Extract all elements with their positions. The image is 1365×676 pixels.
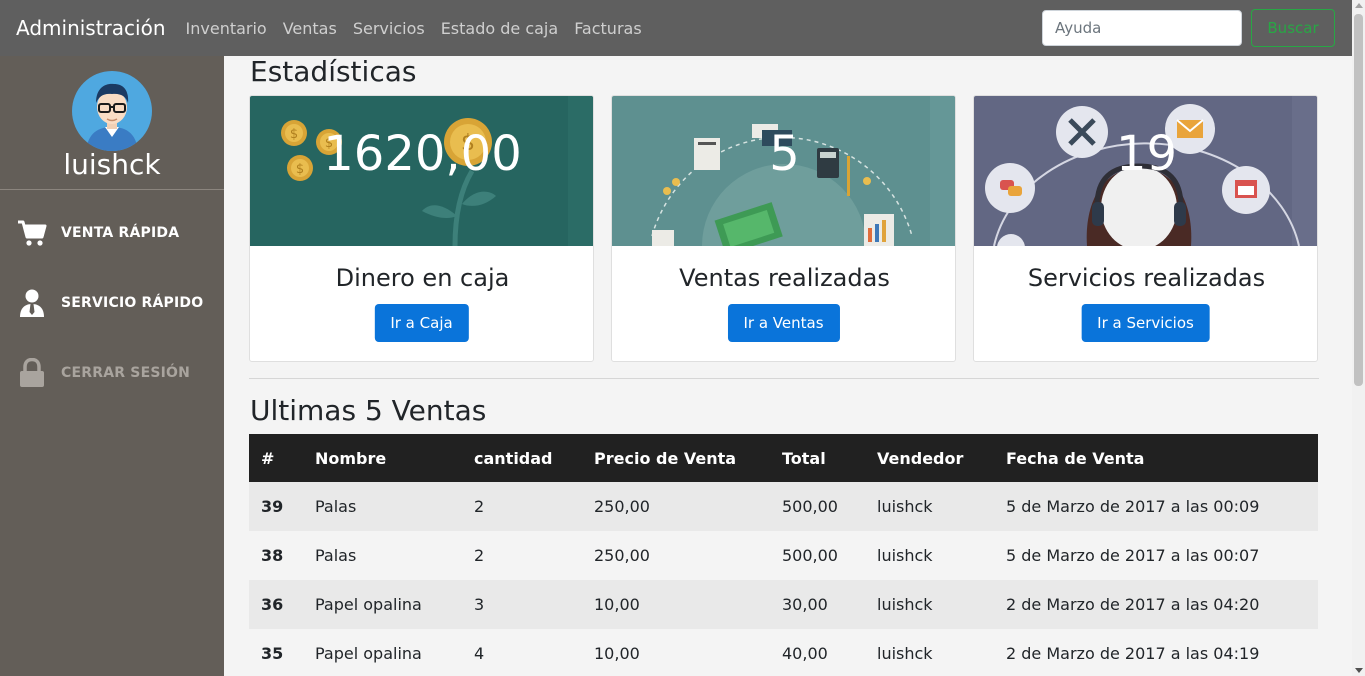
table-cell: 10,00 bbox=[582, 580, 770, 629]
sidebar-item-servicio-rapido[interactable]: SERVICIO RÁPIDO bbox=[0, 281, 224, 325]
column-header: Precio de Venta bbox=[582, 434, 770, 482]
scroll-up-arrow-icon[interactable] bbox=[1355, 3, 1363, 8]
table-cell: 2 bbox=[462, 482, 582, 531]
page-scrollbar[interactable] bbox=[1352, 0, 1365, 676]
top-navbar: Administración Inventario Ventas Servici… bbox=[0, 0, 1352, 56]
section-divider bbox=[249, 378, 1319, 379]
column-header: cantidad bbox=[462, 434, 582, 482]
sales-table: # Nombre cantidad Precio de Venta Total … bbox=[249, 434, 1318, 676]
card-title: Ventas realizadas bbox=[679, 264, 890, 292]
table-cell: 500,00 bbox=[770, 531, 865, 580]
table-cell: 38 bbox=[249, 531, 303, 580]
sales-title: Ultimas 5 Ventas bbox=[250, 394, 487, 427]
sidebar-item-venta-rapida[interactable]: VENTA RÁPIDA bbox=[0, 211, 224, 255]
table-header-row: # Nombre cantidad Precio de Venta Total … bbox=[249, 434, 1318, 482]
table-cell: 5 de Marzo de 2017 a las 00:07 bbox=[994, 531, 1318, 580]
nav-link-inventario[interactable]: Inventario bbox=[178, 19, 275, 38]
table-cell: 250,00 bbox=[582, 531, 770, 580]
stat-card-servicios: 19 Servicios realizadas Ir a Servicios bbox=[973, 95, 1318, 362]
card-title: Dinero en caja bbox=[335, 264, 510, 292]
column-header: Nombre bbox=[303, 434, 462, 482]
search-button[interactable]: Buscar bbox=[1251, 9, 1335, 47]
table-cell: 2 de Marzo de 2017 a las 04:19 bbox=[994, 629, 1318, 676]
table-cell: 3 bbox=[462, 580, 582, 629]
card-value: 1620,00 bbox=[323, 126, 522, 182]
table-cell: 2 de Marzo de 2017 a las 04:20 bbox=[994, 580, 1318, 629]
nav-links: Inventario Ventas Servicios Estado de ca… bbox=[178, 19, 650, 38]
column-header: Total bbox=[770, 434, 865, 482]
table-cell: 30,00 bbox=[770, 580, 865, 629]
nav-link-ventas[interactable]: Ventas bbox=[275, 19, 345, 38]
table-cell: 10,00 bbox=[582, 629, 770, 676]
table-cell: 250,00 bbox=[582, 482, 770, 531]
sidebar-item-label: CERRAR SESIÓN bbox=[61, 365, 191, 381]
sidebar-item-cerrar-sesion[interactable]: CERRAR SESIÓN bbox=[0, 351, 224, 395]
sidebar-item-label: SERVICIO RÁPIDO bbox=[61, 295, 204, 311]
table-row: 39 Palas 2 250,00 500,00 luishck 5 de Ma… bbox=[249, 482, 1318, 531]
table-cell: 500,00 bbox=[770, 482, 865, 531]
card-title: Servicios realizadas bbox=[1027, 264, 1266, 292]
sidebar: luishck VENTA RÁPIDA SERVICIO RÁPIDO CER… bbox=[0, 56, 224, 676]
scroll-thumb[interactable] bbox=[1354, 14, 1363, 386]
table-row: 35 Papel opalina 4 10,00 40,00 luishck 2… bbox=[249, 629, 1318, 676]
card-value: 19 bbox=[1115, 126, 1178, 182]
table-cell: luishck bbox=[865, 580, 994, 629]
cart-icon bbox=[17, 218, 47, 248]
sidebar-divider bbox=[0, 189, 224, 190]
brand-title[interactable]: Administración bbox=[16, 16, 166, 40]
table-cell: luishck bbox=[865, 629, 994, 676]
nav-link-facturas[interactable]: Facturas bbox=[566, 19, 649, 38]
table-cell: 4 bbox=[462, 629, 582, 676]
table-cell: luishck bbox=[865, 482, 994, 531]
go-to-servicios-button[interactable]: Ir a Servicios bbox=[1081, 304, 1210, 342]
table-cell: Papel opalina bbox=[303, 629, 462, 676]
column-header: Vendedor bbox=[865, 434, 994, 482]
table-cell: 35 bbox=[249, 629, 303, 676]
column-header: # bbox=[249, 434, 303, 482]
table-cell: Palas bbox=[303, 482, 462, 531]
table-row: 36 Papel opalina 3 10,00 30,00 luishck 2… bbox=[249, 580, 1318, 629]
sidebar-item-label: VENTA RÁPIDA bbox=[61, 225, 180, 241]
avatar-icon bbox=[86, 83, 138, 151]
table-cell: 40,00 bbox=[770, 629, 865, 676]
table-cell: 36 bbox=[249, 580, 303, 629]
table-cell: 2 bbox=[462, 531, 582, 580]
stat-card-ventas: 5 Ventas realizadas Ir a Ventas bbox=[611, 95, 956, 362]
table-cell: Papel opalina bbox=[303, 580, 462, 629]
username: luishck bbox=[63, 148, 161, 181]
go-to-ventas-button[interactable]: Ir a Ventas bbox=[727, 304, 840, 342]
table-cell: 39 bbox=[249, 482, 303, 531]
stat-card-caja: $ $ $ $ 1620,00 Dinero en caja Ir a Caja bbox=[249, 95, 594, 362]
table-cell: luishck bbox=[865, 531, 994, 580]
stats-title: Estadísticas bbox=[250, 55, 417, 88]
scroll-down-arrow-icon[interactable] bbox=[1355, 668, 1363, 673]
column-header: Fecha de Venta bbox=[994, 434, 1318, 482]
go-to-caja-button[interactable]: Ir a Caja bbox=[374, 304, 469, 342]
table-cell: 5 de Marzo de 2017 a las 00:09 bbox=[994, 482, 1318, 531]
search-input[interactable] bbox=[1042, 10, 1242, 46]
avatar bbox=[72, 71, 152, 151]
user-tie-icon bbox=[17, 288, 47, 318]
card-value: 5 bbox=[769, 126, 800, 182]
nav-link-estado-de-caja[interactable]: Estado de caja bbox=[433, 19, 567, 38]
lock-icon bbox=[17, 358, 47, 388]
table-cell: Palas bbox=[303, 531, 462, 580]
nav-link-servicios[interactable]: Servicios bbox=[345, 19, 433, 38]
table-row: 38 Palas 2 250,00 500,00 luishck 5 de Ma… bbox=[249, 531, 1318, 580]
